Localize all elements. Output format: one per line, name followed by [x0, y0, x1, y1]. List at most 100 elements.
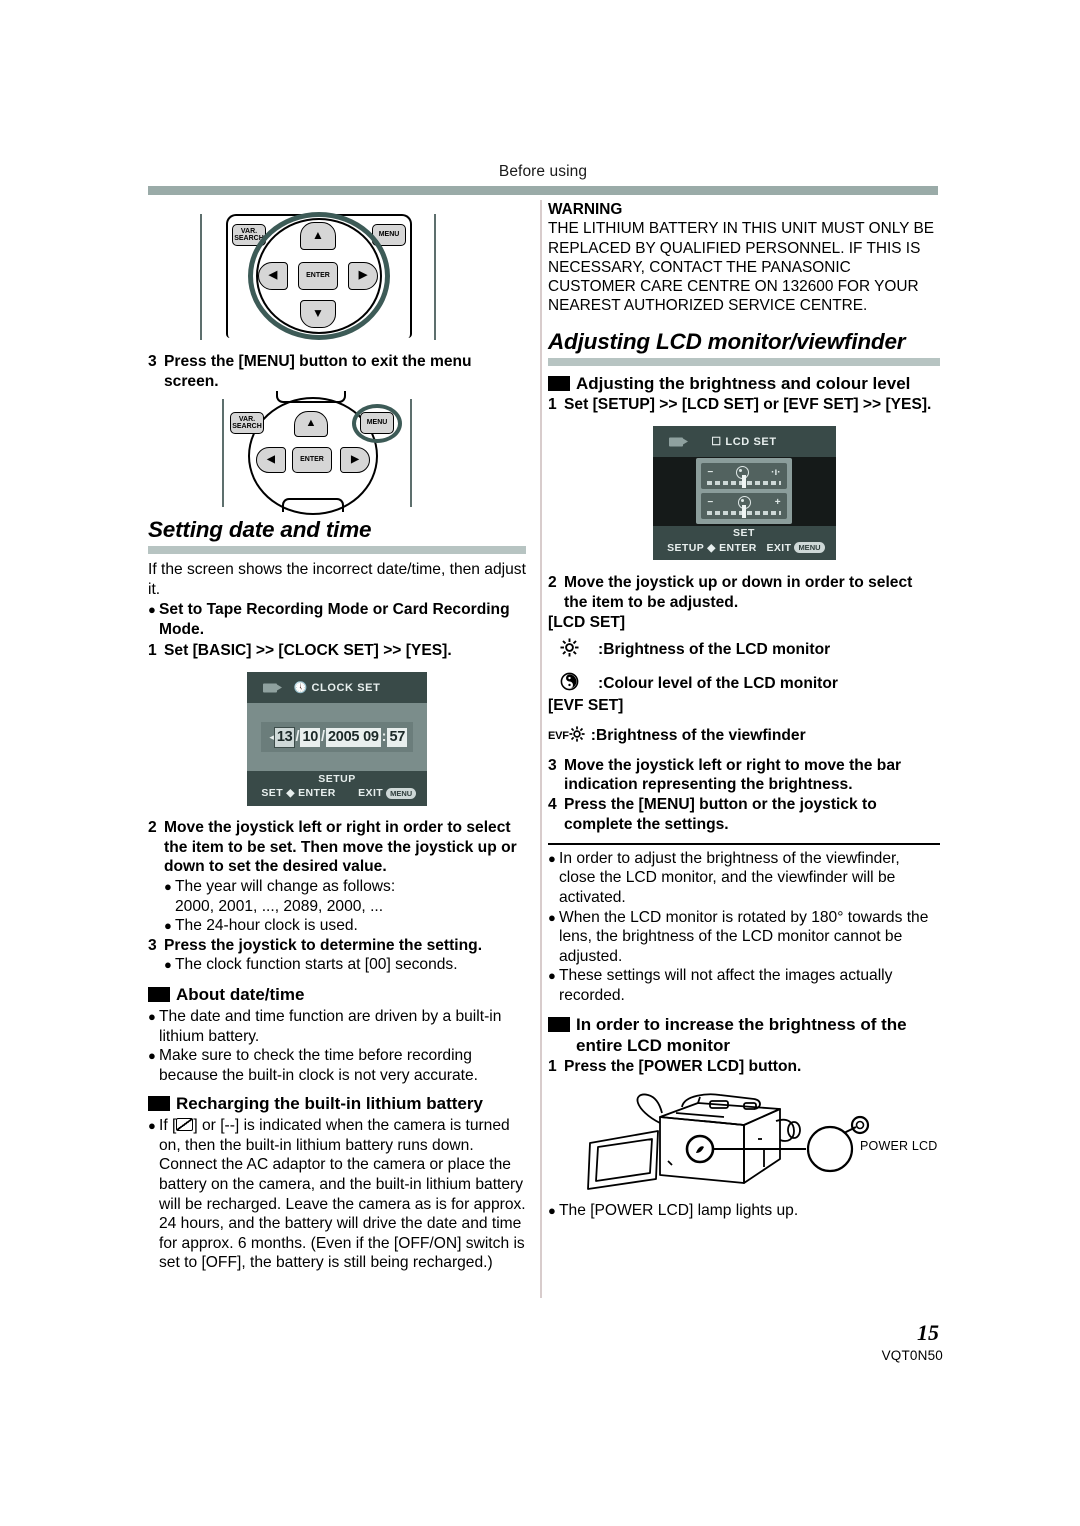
- brightness-slider-knob[interactable]: [742, 475, 746, 489]
- lcd-set-screen-titlebar: ☐ LCD SET: [652, 426, 836, 458]
- bullet-dot-icon: ●: [148, 602, 156, 618]
- power-lcd-callout-label: POWER LCD: [860, 1139, 938, 1154]
- step-move-bar: 3 Move the joystick left or right to mov…: [548, 756, 940, 795]
- joystick-right-button-2[interactable]: ▶: [340, 447, 370, 474]
- subheading-text: Adjusting the brightness and colour leve…: [576, 373, 911, 393]
- clock-month-field[interactable]: 10: [300, 727, 321, 747]
- step-number: 3: [148, 353, 157, 370]
- clock-minute-field[interactable]: 57: [387, 727, 408, 747]
- bullet-text: The 24-hour clock is used.: [175, 917, 358, 935]
- subheading-recharging: Recharging the built-in lithium battery: [148, 1093, 526, 1114]
- subheading-adjust-brightness-colour: Adjusting the brightness and colour leve…: [548, 373, 940, 394]
- bullet-lithium-driven: ● The date and time function are driven …: [148, 1007, 526, 1046]
- bullet-set-recording-mode: ● Set to Tape Recording Mode or Card Rec…: [148, 600, 526, 639]
- step-clock-set: 1 Set [BASIC] >> [CLOCK SET] >> [YES].: [148, 641, 526, 661]
- legend-colour-lcd: :Colour level of the LCD monitor: [560, 672, 940, 696]
- bullet-text: These settings will not affect the image…: [559, 967, 893, 1004]
- guide-line-right-2: [410, 399, 412, 508]
- joystick-left-button-2[interactable]: ◀: [256, 447, 286, 474]
- legend-brightness-evf-text: :Brightness of the viewfinder: [590, 727, 806, 745]
- joystick-enter-button-2[interactable]: ENTER: [292, 447, 332, 474]
- step-set-lcd-evf: 1 Set [SETUP] >> [LCD SET] or [EVF SET] …: [548, 395, 940, 415]
- camera-top-edge: [276, 391, 346, 404]
- clock-day-field[interactable]: 13: [273, 726, 296, 748]
- bullet-dot-icon: ●: [164, 878, 172, 894]
- step-number: 2: [148, 819, 157, 837]
- step-menu-exit: 3 Press the [MENU] button to exit the me…: [148, 352, 526, 391]
- bullet-recharging-detail: ● If [] or [--] is indicated when the ca…: [148, 1116, 526, 1273]
- bullet-clock-starts: ● The clock function starts at [00] seco…: [164, 955, 526, 975]
- section-adjusting-lcd: Adjusting LCD monitor/viewfinder: [548, 329, 940, 366]
- legend-colour-lcd-text: :Colour level of the LCD monitor: [598, 675, 838, 693]
- clock-icon: 🕔: [293, 682, 308, 695]
- bullet-dot-icon: ●: [548, 1203, 556, 1219]
- battery-empty-icon: [176, 1118, 194, 1132]
- var-search-label-line1: VAR.: [240, 227, 258, 235]
- lcd-set-screen: ☐ LCD SET − ·ı· − + SET SETUP ◆ ENTER EX…: [652, 426, 836, 561]
- camera-bottom-edge: [282, 498, 344, 513]
- step-text: Press the joystick to determine the sett…: [164, 936, 483, 954]
- clock-set-screen-titlebar: 🕔 CLOCK SET: [247, 672, 427, 703]
- step-press-joystick: 3 Press the joystick to determine the se…: [148, 936, 526, 956]
- exit-menu-pill: MENU: [794, 542, 825, 554]
- warning-body: THE LITHIUM BATTERY IN THIS UNIT MUST ON…: [548, 220, 934, 315]
- minus-label: −: [707, 466, 714, 478]
- step-select-item: 2 Move the joystick up or down in order …: [548, 573, 940, 612]
- evf-prefix-label: EVF: [548, 730, 569, 743]
- highlight-ring-joystick: [248, 212, 390, 340]
- lcd-set-title-text: LCD SET: [725, 436, 777, 449]
- time-separator: :: [381, 729, 387, 746]
- colour-slider-knob[interactable]: [742, 505, 746, 519]
- lcd-set-bracket-label: [LCD SET]: [548, 613, 626, 631]
- bullet-dot-icon: ●: [164, 957, 172, 973]
- clock-set-screen-footer: SETUP SET ◆ ENTER EXIT MENU: [247, 771, 427, 807]
- section-rule: [548, 357, 940, 366]
- subheading-text: About date/time: [176, 984, 305, 1004]
- clock-hour-field[interactable]: 09: [361, 727, 381, 747]
- bullet-year-change: ● The year will change as follows:: [164, 877, 526, 897]
- lcd-set-title: ☐ LCD SET: [711, 435, 776, 448]
- bullet-text: If [] or [--] is indicated when the came…: [159, 1116, 526, 1273]
- step-text: Press the [MENU] button to exit the menu…: [164, 353, 472, 390]
- var-search-button-2[interactable]: VAR. SEARCH: [230, 412, 264, 435]
- notes-divider: [548, 843, 940, 845]
- camcorder-mode-icon: [668, 437, 688, 447]
- bullet-text-body: ] or [--] is indicated when the camera i…: [159, 1117, 526, 1272]
- plus-label: +: [774, 496, 781, 508]
- step-press-power-lcd: 1 Press the [POWER LCD] button.: [548, 1057, 940, 1077]
- enter-label-2: ENTER: [300, 456, 324, 464]
- joystick-up-button-2[interactable]: ▲: [294, 411, 328, 438]
- clock-year-field[interactable]: 2005: [326, 727, 362, 747]
- step-number: 2: [548, 574, 557, 592]
- step-complete-settings: 4 Press the [MENU] button or the joystic…: [548, 795, 940, 834]
- clock-set-title: 🕔 CLOCK SET: [294, 681, 381, 694]
- square-bullet-icon: [148, 1096, 170, 1112]
- lcd-sliders-panel: − ·ı· − +: [696, 458, 792, 525]
- colour-slider[interactable]: − +: [701, 493, 787, 520]
- bullet-text: The year will change as follows:: [175, 877, 396, 895]
- bullet-dot-icon: ●: [164, 918, 172, 934]
- legend-brightness-lcd-text: :Brightness of the LCD monitor: [598, 641, 831, 659]
- step-number: 1: [548, 395, 557, 413]
- right-column: WARNING THE LITHIUM BATTERY IN THIS UNIT…: [548, 200, 940, 1221]
- step-number: 3: [548, 756, 557, 774]
- subheading-text: In order to increase the brightness of t…: [576, 1015, 907, 1056]
- bullet-text: Make sure to check the time before recor…: [159, 1047, 478, 1084]
- var-search-label-line1-2: VAR.: [238, 415, 256, 423]
- subheading-increase-brightness: In order to increase the brightness of t…: [548, 1014, 940, 1056]
- enter-hint-label: ENTER: [298, 787, 336, 800]
- step-text: Move the joystick up or down in order to…: [564, 574, 913, 611]
- bullet-dot-icon: ●: [148, 1118, 156, 1134]
- subheading-about-datetime: About date/time: [148, 984, 526, 1005]
- running-head-rule: [148, 186, 938, 195]
- bullet-dot-icon: ●: [548, 850, 556, 866]
- lcd-exit-hint: EXIT MENU: [766, 542, 825, 554]
- step-text: Set [BASIC] >> [CLOCK SET] >> [YES].: [164, 641, 452, 659]
- brightness-slider[interactable]: − ·ı·: [701, 463, 787, 490]
- joystick-figure-2: ▲ ◀ ▶ ENTER VAR. SEARCH MENU: [148, 391, 526, 516]
- guide-line-left: [200, 214, 202, 340]
- square-bullet-icon: [548, 1017, 570, 1033]
- step-number: 4: [548, 795, 557, 813]
- bullet-text: Set to Tape Recording Mode or Card Recor…: [159, 601, 510, 638]
- bullet-text: When the LCD monitor is rotated by 180° …: [559, 908, 929, 965]
